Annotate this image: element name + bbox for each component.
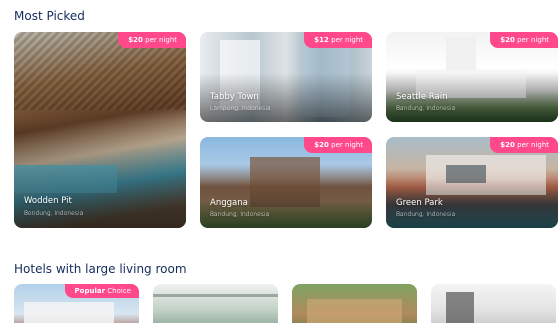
property-location: Bandung, Indonesia <box>396 211 456 218</box>
hotel-card[interactable] <box>431 284 556 323</box>
property-card-green-park[interactable]: $20 per night Green Park Bandung, Indone… <box>386 137 558 228</box>
property-location: Lampung, Indonesia <box>210 105 271 112</box>
price-badge: $20 per night <box>304 137 372 153</box>
property-name: Wodden Pit <box>24 196 72 206</box>
property-location: Bondung, Indonesia <box>24 210 84 217</box>
property-card-wodden-pit[interactable]: $20 per night Wodden Pit Bondung, Indone… <box>14 32 186 228</box>
hotel-card[interactable]: Popular Choice <box>14 284 139 323</box>
hotels-large-living-title: Hotels with large living room <box>14 262 187 276</box>
hotel-card[interactable] <box>153 284 278 323</box>
popular-choice-badge: Popular Choice <box>64 284 139 298</box>
property-name: Tabby Town <box>210 92 259 102</box>
price-badge: $12 per night <box>304 32 372 48</box>
price-badge: $20 per night <box>490 32 558 48</box>
property-card-tabby-town[interactable]: $12 per night Tabby Town Lampung, Indone… <box>200 32 372 122</box>
property-name: Seattle Rain <box>396 92 448 102</box>
property-name: Green Park <box>396 198 443 208</box>
hotel-card[interactable] <box>292 284 417 323</box>
property-name: Anggana <box>210 198 248 208</box>
property-location: Bandung, Indonesia <box>210 211 270 218</box>
most-picked-title: Most Picked <box>14 9 85 23</box>
property-card-anggana[interactable]: $20 per night Anggana Bandung, Indonesia <box>200 137 372 228</box>
price-badge: $20 per night <box>118 32 186 48</box>
property-card-seattle-rain[interactable]: $20 per night Seattle Rain Bandung, Indo… <box>386 32 558 122</box>
property-location: Bandung, Indonesia <box>396 105 456 112</box>
price-badge: $20 per night <box>490 137 558 153</box>
